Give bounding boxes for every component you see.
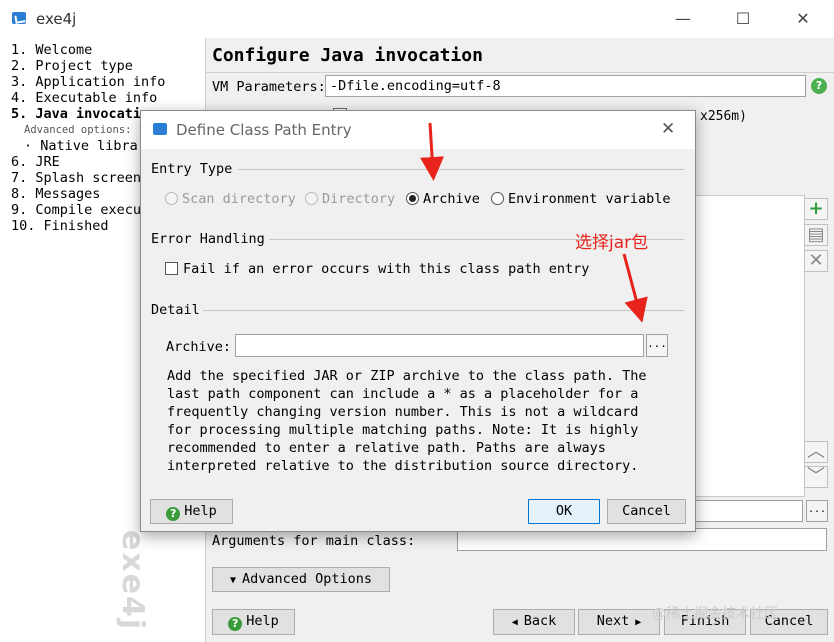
advanced-options-label: Advanced options: — [24, 124, 132, 136]
dialog-title: Define Class Path Entry — [176, 121, 352, 139]
define-class-path-dialog: Define Class Path Entry ✕ Entry Type Sca… — [140, 110, 696, 532]
detail-divider — [203, 310, 684, 311]
archive-browse-button[interactable]: ... — [646, 334, 668, 357]
dialog-cancel-button[interactable]: Cancel — [607, 499, 686, 524]
title-divider — [206, 72, 834, 73]
step-welcome[interactable]: 1. Welcome — [11, 42, 92, 58]
fail-on-error-label[interactable]: Fail if an error occurs with this class … — [183, 261, 589, 277]
advanced-options-label: Advanced Options — [242, 571, 373, 587]
vm-parameters-label: VM Parameters: — [212, 79, 326, 95]
minimize-button[interactable]: — — [660, 6, 706, 32]
main-help-label: Help — [246, 613, 279, 629]
next-button[interactable]: Next ▶ — [578, 609, 660, 635]
exe4j-watermark: exe4j — [115, 530, 150, 632]
vm-parameters-input[interactable]: -Dfile.encoding=utf-8 — [325, 75, 806, 97]
archive-path-input[interactable] — [235, 334, 644, 357]
ok-button[interactable]: OK — [528, 499, 600, 524]
main-help-button[interactable]: ? Help — [212, 609, 295, 635]
radio-scan-directory[interactable]: Scan directory — [165, 191, 296, 207]
dialog-help-label: Help — [184, 503, 217, 519]
radio-circle — [305, 192, 318, 205]
archive-label: Archive: — [166, 339, 232, 355]
step-project-type[interactable]: 2. Project type — [11, 58, 133, 74]
radio-circle — [491, 192, 504, 205]
site-watermark: @稀土掘金技术社区 — [652, 606, 778, 622]
step-executable-info[interactable]: 4. Executable info — [11, 90, 157, 106]
help-icon: ? — [228, 617, 243, 631]
radio-circle — [406, 192, 419, 205]
step-native-libraries[interactable]: · Native librar — [24, 138, 146, 154]
advanced-options-button[interactable]: ▼ Advanced Options — [212, 567, 390, 592]
step-jre[interactable]: 6. JRE — [11, 154, 60, 170]
move-down-button[interactable]: ﹀ — [804, 466, 828, 488]
back-label: Back — [523, 613, 557, 629]
vm-options-text-fragment: x256m) — [700, 109, 747, 124]
help-icon: ? — [166, 507, 181, 521]
page-title: Configure Java invocation — [212, 45, 483, 66]
radio-label: Archive — [423, 191, 480, 207]
radio-label: Scan directory — [182, 191, 296, 207]
next-label: Next — [596, 613, 630, 629]
step-java-invocation[interactable]: 5. Java invocati — [11, 106, 141, 122]
main-class-browse-button[interactable]: ... — [806, 500, 828, 522]
edit-entry-button[interactable]: ▤ — [804, 224, 828, 246]
archive-description: Add the specified JAR or ZIP archive to … — [167, 368, 647, 474]
step-application-info[interactable]: 3. Application info — [11, 74, 165, 90]
arrow-right-icon: ▶ — [629, 617, 642, 628]
arguments-label: Arguments for main class: — [212, 533, 416, 549]
close-button[interactable]: ✕ — [780, 6, 826, 32]
detail-heading: Detail — [151, 302, 200, 318]
delete-entry-button[interactable]: ✕ — [804, 250, 828, 272]
dialog-help-button[interactable]: ? Help — [150, 499, 233, 524]
fail-on-error-checkbox[interactable] — [165, 262, 178, 275]
step-compile-executable[interactable]: 9. Compile execu — [11, 202, 141, 218]
dialog-close-icon[interactable]: ✕ — [661, 119, 675, 139]
triangle-down-icon: ▼ — [229, 575, 242, 586]
error-handling-heading: Error Handling — [151, 231, 265, 247]
window-title: exe4j — [36, 10, 77, 28]
maximize-button[interactable]: ☐ — [720, 6, 766, 32]
step-finished[interactable]: 10. Finished — [11, 218, 109, 234]
annotation-select-jar-text: 选择jar包 — [575, 233, 649, 253]
radio-archive[interactable]: Archive — [406, 191, 480, 207]
app-icon — [12, 12, 26, 24]
radio-environment-variable[interactable]: Environment variable — [491, 191, 671, 207]
back-button[interactable]: ◀ Back — [493, 609, 575, 635]
step-splash-screen[interactable]: 7. Splash screen — [11, 170, 141, 186]
radio-label: Environment variable — [508, 191, 671, 207]
help-indicator-icon[interactable]: ? — [811, 78, 827, 94]
radio-directory[interactable]: Directory — [305, 191, 395, 207]
entry-type-heading: Entry Type — [151, 161, 233, 177]
add-entry-button[interactable]: + — [804, 198, 828, 220]
dialog-app-icon — [153, 123, 167, 135]
radio-circle — [165, 192, 178, 205]
move-up-button[interactable]: ︿ — [804, 441, 828, 463]
step-messages[interactable]: 8. Messages — [11, 186, 100, 202]
radio-label: Directory — [322, 191, 396, 207]
arrow-left-icon: ◀ — [511, 617, 524, 628]
entry-type-divider — [238, 169, 684, 170]
title-bar — [0, 0, 834, 38]
